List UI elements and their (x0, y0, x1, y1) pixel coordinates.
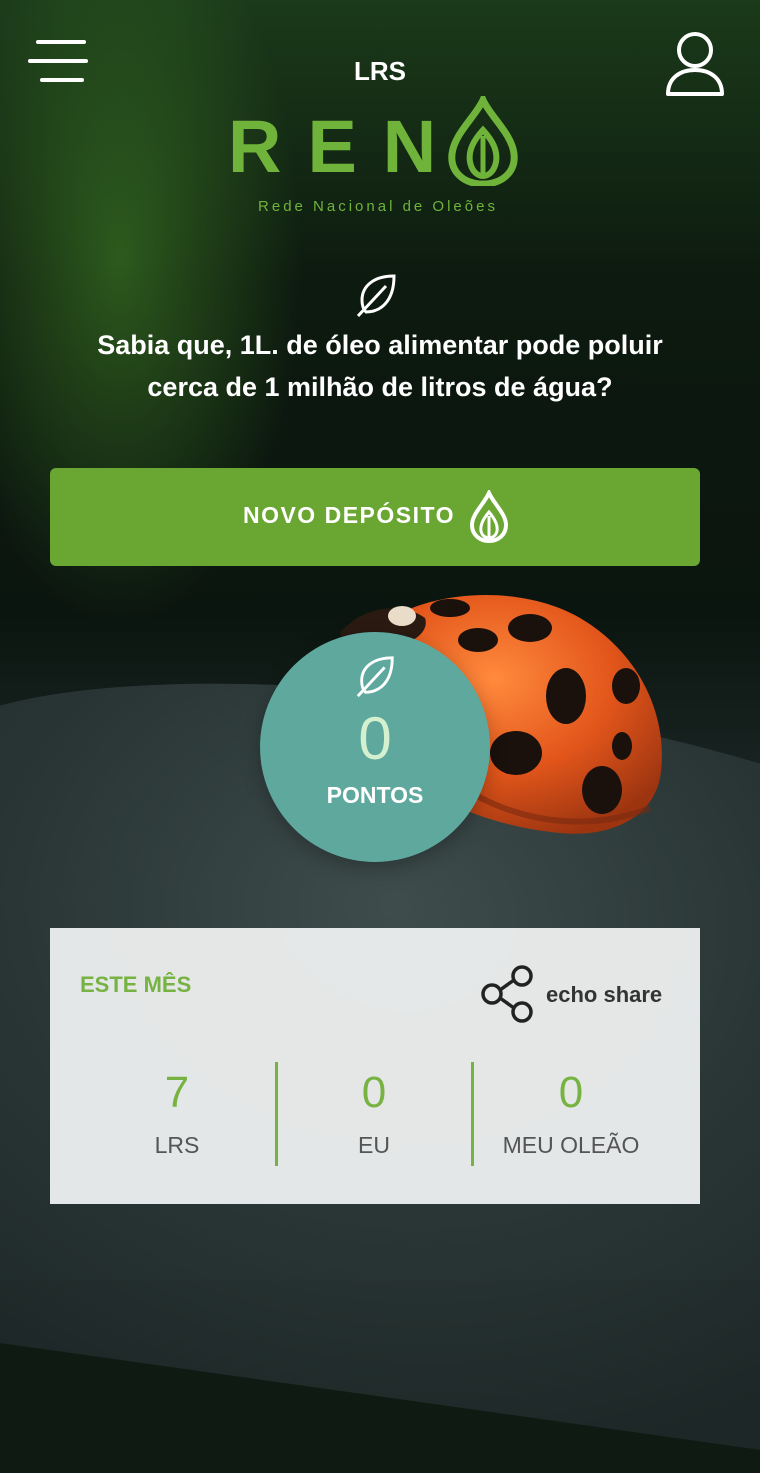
logo-wordmark: REN (228, 105, 463, 188)
stat-label: LRS (154, 1132, 200, 1158)
new-deposit-button[interactable]: NOVO DEPÓSITO (50, 468, 700, 566)
points-label: PONTOS (326, 782, 424, 808)
stat-value: 7 (164, 1068, 190, 1117)
stat-label: EU (358, 1132, 390, 1158)
stat-label: MEU OLEÃO (502, 1132, 640, 1158)
leaf-icon (356, 656, 394, 698)
organization-code: LRS (354, 56, 406, 86)
oil-drop-logo-icon (448, 96, 518, 186)
stat-value: 0 (558, 1068, 584, 1117)
leaf-icon (356, 274, 396, 318)
stat-value: 0 (361, 1068, 387, 1117)
oil-drop-icon (469, 490, 509, 544)
logo-subtitle: Rede Nacional de Oleões (258, 198, 498, 215)
user-profile-icon[interactable] (664, 28, 726, 98)
points-value: 0 (358, 705, 392, 772)
monthly-stats-card: ESTE MÊS echo share 7 LRS 0 EU 0 MEU OLE… (50, 928, 700, 1204)
points-badge: 0 PONTOS (260, 632, 490, 862)
oil-fact-text: Sabia que, 1L. de óleo alimentar pode po… (97, 330, 663, 402)
stat-eu: 0 EU (276, 1068, 472, 1159)
stat-lrs: 7 LRS (79, 1068, 275, 1159)
share-icon (481, 965, 533, 1023)
app-header: LRS REN Rede Nacional de Oleões (0, 0, 760, 230)
stat-meu-oleao: 0 MEU OLEÃO (473, 1068, 669, 1159)
echo-share-label: echo share (546, 982, 663, 1007)
card-title: ESTE MÊS (80, 972, 192, 997)
reno-logo: REN Rede Nacional de Oleões (228, 94, 528, 224)
echo-share-button[interactable]: echo share (478, 964, 678, 1024)
